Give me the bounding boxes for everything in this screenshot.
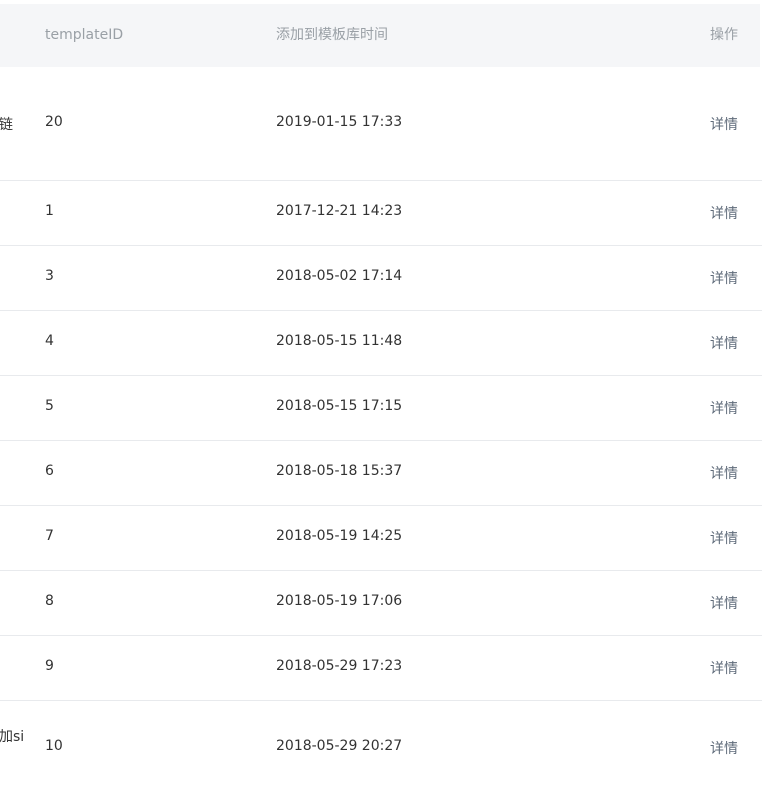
- table-row: 9 2018-05-29 17:23 详情: [0, 636, 762, 701]
- table-row: 8 2018-05-19 17:06 详情: [0, 571, 762, 636]
- row-detail-link[interactable]: 详情: [710, 114, 738, 134]
- template-table: templateID 添加到模板库时间 操作 链 20 2019-01-15 1…: [0, 0, 764, 786]
- row-added-time: 2018-05-15 11:48: [276, 333, 403, 349]
- row-template-id: 4: [45, 333, 54, 349]
- table-row: 6 2018-05-18 15:37 详情: [0, 441, 762, 506]
- row-detail-link[interactable]: 详情: [710, 738, 738, 758]
- row-name-fragment: 链: [0, 117, 13, 133]
- header-added-time: 添加到模板库时间: [276, 27, 388, 43]
- row-detail-link[interactable]: 详情: [710, 398, 738, 418]
- row-template-id: 5: [45, 398, 54, 414]
- row-added-time: 2018-05-19 17:06: [276, 593, 403, 609]
- table-row: 链 20 2019-01-15 17:33 详情: [0, 67, 762, 181]
- table-row: 1 2017-12-21 14:23 详情: [0, 181, 762, 246]
- table-row: 加si 10 2018-05-29 20:27 详情: [0, 701, 762, 785]
- row-detail-link[interactable]: 详情: [710, 203, 738, 223]
- header-action: 操作: [710, 27, 738, 43]
- row-added-time: 2018-05-18 15:37: [276, 463, 403, 479]
- row-added-time: 2018-05-29 17:23: [276, 658, 403, 674]
- row-detail-link[interactable]: 详情: [710, 463, 738, 483]
- row-added-time: 2018-05-29 20:27: [276, 738, 403, 754]
- row-detail-link[interactable]: 详情: [710, 268, 738, 288]
- header-template-id: templateID: [45, 27, 124, 43]
- row-template-id: 9: [45, 658, 54, 674]
- row-added-time: 2018-05-15 17:15: [276, 398, 403, 414]
- row-name-fragment: 加si: [0, 729, 25, 745]
- row-detail-link[interactable]: 详情: [710, 593, 738, 613]
- row-template-id: 10: [45, 738, 63, 754]
- table-row: 4 2018-05-15 11:48 详情: [0, 311, 762, 376]
- row-added-time: 2018-05-02 17:14: [276, 268, 403, 284]
- row-template-id: 20: [45, 114, 63, 130]
- row-template-id: 6: [45, 463, 54, 479]
- row-template-id: 1: [45, 203, 54, 219]
- table-row: 5 2018-05-15 17:15 详情: [0, 376, 762, 441]
- row-detail-link[interactable]: 详情: [710, 333, 738, 353]
- row-template-id: 3: [45, 268, 54, 284]
- row-added-time: 2018-05-19 14:25: [276, 528, 403, 544]
- table-row: 7 2018-05-19 14:25 详情: [0, 506, 762, 571]
- table-header: templateID 添加到模板库时间 操作: [0, 4, 760, 67]
- row-template-id: 8: [45, 593, 54, 609]
- row-added-time: 2019-01-15 17:33: [276, 114, 403, 130]
- row-detail-link[interactable]: 详情: [710, 658, 738, 678]
- table-row: 3 2018-05-02 17:14 详情: [0, 246, 762, 311]
- row-added-time: 2017-12-21 14:23: [276, 203, 403, 219]
- row-template-id: 7: [45, 528, 54, 544]
- row-detail-link[interactable]: 详情: [710, 528, 738, 548]
